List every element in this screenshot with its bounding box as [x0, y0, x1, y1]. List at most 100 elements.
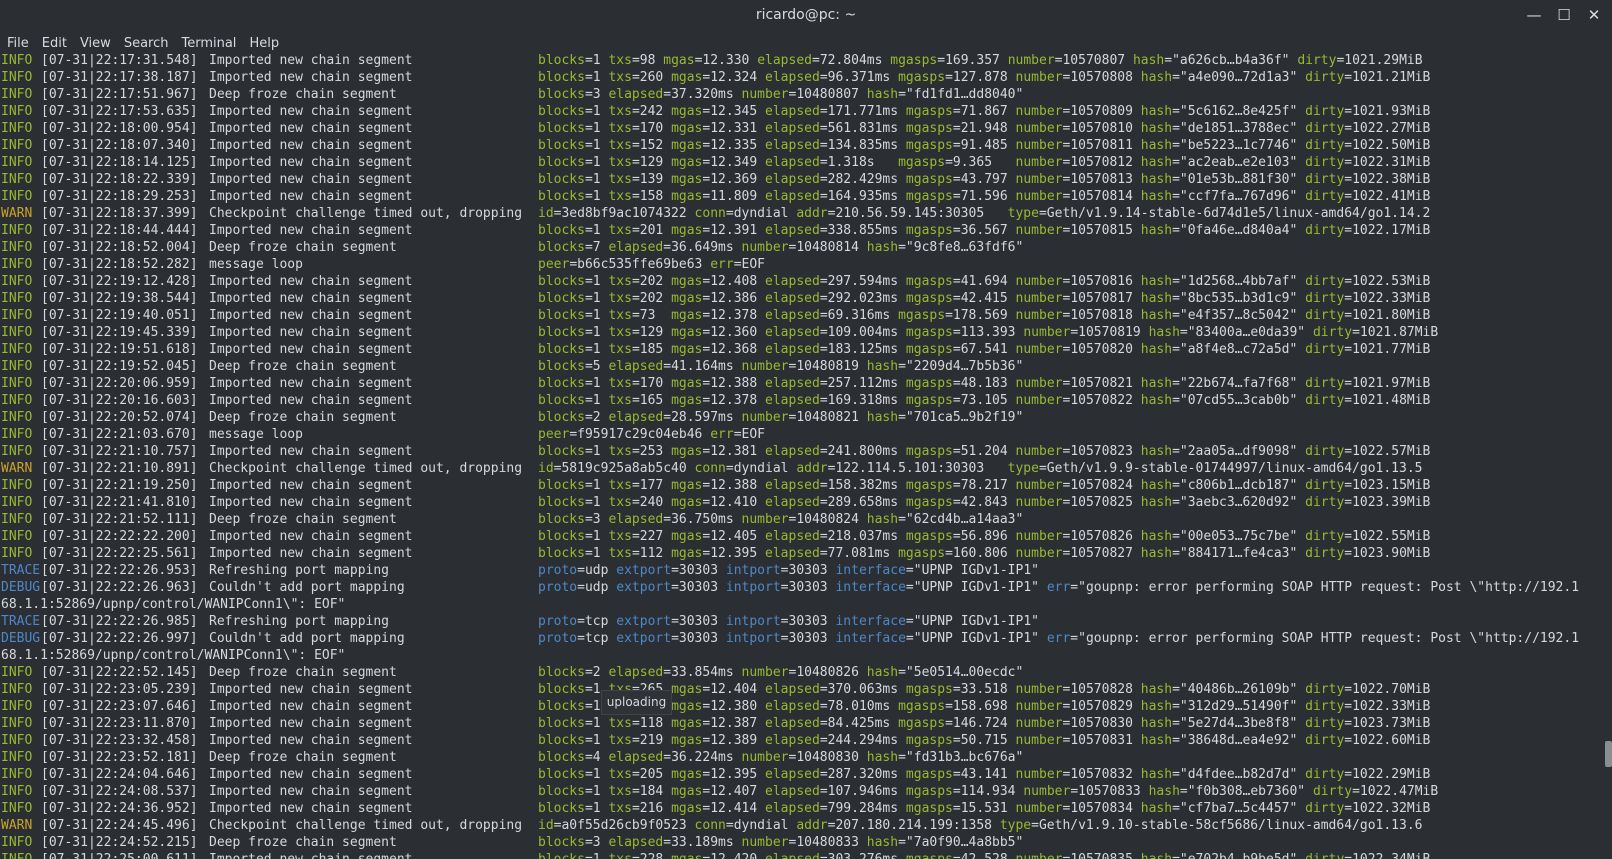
log-field-value: "UPNP IGDv1-IP1"	[913, 563, 1039, 578]
log-field-key: blocks	[538, 750, 585, 765]
log-field-key: hash	[1140, 478, 1173, 493]
log-field-value: "701ca5…9b2f19"	[905, 410, 1024, 425]
log-message: Imported new chain segment	[209, 121, 413, 136]
log-field-value: "UPNP IGDv1-IP1"	[913, 631, 1039, 646]
log-field-value: 5	[592, 359, 601, 374]
log-field-value: 205	[639, 767, 664, 782]
log-field-key: mgas	[671, 138, 703, 153]
log-field-value: 11.809	[710, 189, 758, 204]
log-field-value: "de1851…3788ec"	[1179, 121, 1298, 136]
log-field-value: "5e27d4…3be8f8"	[1179, 716, 1298, 731]
log-field-key: addr	[796, 206, 828, 221]
log-fields: blocks=7 elapsed=36.649ms number=1048081…	[538, 240, 1024, 255]
log-line: INFO [07-31|22:19:51.618] Imported new cha…	[1, 341, 1601, 358]
log-field-value: 134.835ms	[827, 138, 899, 153]
log-field-key: elapsed	[765, 325, 820, 340]
log-field-key: number	[1015, 682, 1063, 697]
log-field-value: 202	[639, 291, 664, 306]
log-field-key: hash	[1140, 801, 1173, 816]
log-field-key: elapsed	[765, 121, 820, 136]
log-field-value: 1	[592, 529, 601, 544]
log-field-key: hash	[1140, 138, 1173, 153]
log-field-key: number	[1015, 189, 1063, 204]
log-field-value: 1022.33MiB	[1352, 699, 1431, 714]
log-field-key: interface	[835, 614, 906, 629]
scrollbar[interactable]	[1604, 57, 1612, 859]
log-level: INFO	[1, 784, 33, 799]
scrollbar-thumb[interactable]	[1605, 741, 1612, 767]
log-field-key: number	[741, 240, 789, 255]
log-field-key: mgasps	[905, 138, 953, 153]
log-field-value: 1	[592, 53, 601, 68]
log-field-key: txs	[608, 495, 632, 510]
log-field-value: b66c535ffe69be63	[577, 257, 703, 272]
log-field-value: 1.318s	[827, 155, 891, 170]
log-field-value: EOF	[741, 257, 765, 272]
log-field-value: 37.320ms	[671, 87, 734, 102]
log-level: INFO	[1, 478, 33, 493]
log-timestamp: [07-31|22:24:08.537]	[41, 784, 198, 799]
log-line: INFO [07-31|22:18:22.339] Imported new cha…	[1, 171, 1601, 188]
log-field-key: hash	[1140, 767, 1173, 782]
log-field-value: 1022.38MiB	[1352, 172, 1431, 187]
log-field-value: "ac2eab…e2e103"	[1179, 155, 1298, 170]
log-field-value: 160.806	[952, 546, 1008, 561]
log-field-key: mgas	[671, 495, 703, 510]
log-field-key: blocks	[538, 274, 585, 289]
log-field-value: 1	[592, 444, 601, 459]
log-field-value: 113.393	[960, 325, 1016, 340]
log-field-value: 139	[639, 172, 664, 187]
log-field-key: hash	[1140, 682, 1173, 697]
log-timestamp: [07-31|22:17:38.187]	[41, 70, 198, 85]
log-field-key: number	[1015, 801, 1063, 816]
log-line: INFO [07-31|22:23:05.239] Imported new cha…	[1, 681, 1601, 698]
log-field-key: type	[999, 818, 1032, 833]
log-field-key: txs	[608, 546, 632, 561]
log-field-key: extport	[616, 563, 672, 578]
log-field-key: elapsed	[608, 359, 664, 374]
log-field-key: dirty	[1305, 291, 1345, 306]
log-field-value: 228	[640, 852, 663, 859]
log-field-value: 30303	[788, 563, 828, 578]
log-field-key: elapsed	[765, 784, 820, 799]
log-message: Imported new chain segment	[209, 767, 413, 782]
log-field-key: number	[1015, 308, 1063, 323]
log-field-key: interface	[835, 580, 906, 595]
log-message: Imported new chain segment	[209, 716, 413, 731]
log-timestamp: [07-31|22:22:26.997]	[41, 631, 198, 646]
log-fields: blocks=1 txs=73 mgas=12.378 elapsed=69.3…	[538, 308, 1431, 323]
log-field-value: 12.387	[710, 716, 758, 731]
log-field-key: id	[538, 206, 554, 221]
log-field-value: 10570832	[1070, 767, 1133, 782]
log-line: INFO [07-31|22:22:22.200] Imported new cha…	[1, 528, 1601, 545]
log-field-value: 3ed8bf9ac1074322	[561, 206, 687, 221]
log-level: INFO	[1, 512, 33, 527]
log-field-key: elapsed	[608, 512, 664, 527]
log-field-key: hash	[1140, 274, 1173, 289]
log-field-value: 169.318ms	[827, 393, 899, 408]
log-field-key: elapsed	[765, 223, 820, 238]
log-line: INFO [07-31|22:18:29.253] Imported new cha…	[1, 188, 1601, 205]
close-icon[interactable]: ✕	[1580, 0, 1608, 30]
maximize-icon[interactable]: ☐	[1550, 0, 1578, 30]
log-field-value: 2	[592, 410, 601, 425]
log-field-value: 1	[592, 784, 601, 799]
log-timestamp: [07-31|22:18:52.282]	[41, 257, 198, 272]
log-line: INFO [07-31|22:21:10.757] Imported new cha…	[1, 443, 1601, 460]
log-field-value: EOF	[741, 427, 765, 442]
log-field-value: dyndial	[733, 206, 789, 221]
log-field-value: 9.365	[952, 155, 1008, 170]
log-line: INFO [07-31|22:17:53.635] Imported new cha…	[1, 103, 1601, 120]
log-field-key: number	[1023, 325, 1071, 340]
minimize-icon[interactable]: —	[1520, 0, 1548, 30]
log-field-value: 10570819	[1078, 325, 1141, 340]
log-field-value: 1	[592, 546, 601, 561]
log-message: Imported new chain segment	[209, 546, 413, 561]
log-line: INFO [07-31|22:18:07.340] Imported new cha…	[1, 137, 1601, 154]
log-timestamp: [07-31|22:22:26.985]	[41, 614, 198, 629]
log-field-value: 12.404	[710, 682, 758, 697]
log-field-key: number	[1015, 699, 1063, 714]
terminal-output[interactable]: INFO [07-31|22:17:31.548] Imported new cha…	[0, 52, 1604, 859]
log-fields: blocks=1 txs=118 mgas=12.387 elapsed=84.…	[538, 716, 1431, 731]
log-field-value: 1	[592, 291, 601, 306]
